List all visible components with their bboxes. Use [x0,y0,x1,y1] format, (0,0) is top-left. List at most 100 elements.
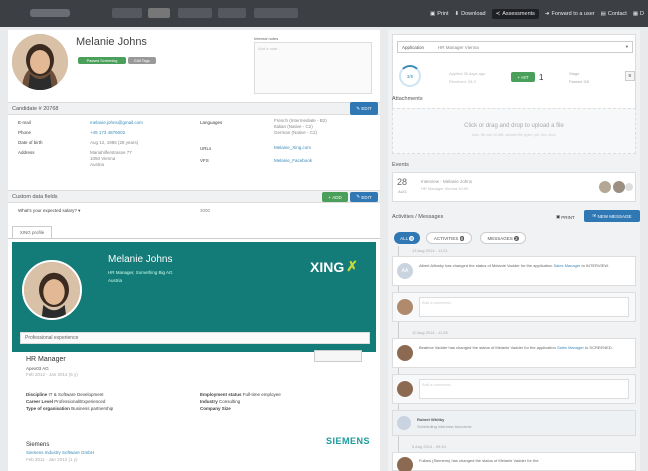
user-avatar [397,457,413,471]
forward-icon: ➜ [544,10,550,17]
xing-location: Austria [108,278,123,283]
next-job-company[interactable]: Siemens Industry Software GmbH [26,450,94,455]
hire-button[interactable]: + HIT [511,72,535,82]
event-day: 28 [397,177,408,187]
xing-logo: XING ✗ [310,258,358,275]
tab-all[interactable]: ALL 9 [394,232,420,244]
application-panel: Application HR Manager Vienna ▾ 3/5 Appl… [388,30,640,471]
company-logo-placeholder [314,350,362,362]
nav-item[interactable] [218,8,246,18]
event-subtext: HR Manager Vienna 10:00 [421,186,469,191]
timeline-date: 5 Aug 2014 - 09:44 [412,444,446,449]
next-job-period: Feb 2011 - Jan 2012 (1 y) [26,457,78,462]
applied-days: Applied 36 days ago [449,71,486,76]
candidate-panel: Melanie Johns Passed Screening Edit Tags… [8,30,380,471]
vfs-link[interactable]: Melanie_Facebook [274,158,312,163]
file-drop-zone[interactable]: Click or drag and drop to upload a file … [392,108,636,154]
user-avatar [397,345,413,361]
phone-value[interactable]: +49 173 4876002 [90,130,125,135]
xing-avatar [22,260,82,320]
url-link[interactable]: Melanie_Xing.com [274,145,311,150]
address-line3: Austria [90,162,105,167]
tab-messages[interactable]: MESSAGES 3 [480,232,526,244]
forward-button[interactable]: ➜ Forward to a user [545,11,595,17]
org-label: Type of organisation [26,406,70,411]
tab-divider [8,238,380,239]
download-button[interactable]: ⬇ Download [455,11,486,17]
professional-experience-header: Professional experience [20,332,370,344]
contact-icon: ▤ [600,10,606,17]
commenter-avatar [397,381,413,397]
tab-activities[interactable]: ACTIVITIES 6 [426,232,472,244]
event-item[interactable]: 28 AUG Interview - Melanie Johns HR Mana… [392,172,636,202]
nav-item-active[interactable] [148,8,170,18]
email-value[interactable]: melanie.johns@gmail.com [90,120,143,125]
rating-ring: 3/5 [399,65,421,87]
candidate-id-header: Candidate # 20768 [8,102,380,115]
nav-item[interactable] [178,8,212,18]
vfs-label: VFS [200,158,209,163]
contact-button[interactable]: ▤ Contact [601,11,627,17]
activity-item: Fullars (Siemens) has changed the status… [392,452,636,471]
career-value: Professional/Experienced [54,399,106,404]
activity-item: Beatrice Vadder has changed the status o… [392,338,636,368]
user-avatar: AA [397,263,413,279]
xing-x-icon: ✗ [346,258,358,274]
reply-author: Robert Whitby [417,417,445,422]
more-button[interactable]: ▦ D [633,11,644,17]
received-date: Received: 28.3 [449,79,476,84]
attendee-avatar [599,181,611,193]
tab-messages-count: 3 [514,235,519,241]
internal-notes-input[interactable]: Add a note... [254,42,372,94]
activities-title: Activities / Messages [392,214,444,220]
status-badge[interactable]: Passed Screening [78,57,126,64]
xing-name: Melanie Johns [108,254,173,265]
app-logo [30,9,70,17]
nav-item[interactable] [112,8,142,18]
activity-text: Fullars (Siemens) has changed the status… [419,458,539,463]
more-icon: ▦ [632,10,639,17]
employment-label: Employment status [200,392,242,397]
new-message-button[interactable]: ✉ NEW MESSAGE [584,210,640,222]
comment-input[interactable]: Add a comment... [419,297,629,317]
edit-candidate-button[interactable]: ✎ EDIT [350,102,378,115]
reply-text: Scheduling interview tomorrow [417,424,472,429]
comment-input[interactable]: Add a comment... [419,379,629,399]
drop-zone-subtext: Max. file size 10 MB, allowed file types… [472,133,556,137]
assessments-button[interactable]: ≺ Assessments [491,8,539,19]
job-period: Feb 2012 - Jan 2014 (6 y) [26,372,78,377]
edit-custom-field-button[interactable]: ✎ EDIT [350,192,378,202]
menu-icon[interactable]: ≡ [625,71,635,81]
add-custom-field-button[interactable]: + ADD [322,192,348,202]
tab-all-count: 9 [409,235,414,241]
employment-value: Full-time employee [242,392,281,397]
tab-xing-profile[interactable]: XING profile [12,226,52,238]
industry-label: Industry [200,399,218,404]
hire-count: 1 [539,73,544,82]
next-job-title: Siemens [26,442,50,448]
print-icon: ▣ [430,10,436,17]
stage-value: Passed 3/5 [569,79,590,84]
application-select[interactable]: Application HR Manager Vienna ▾ [397,41,633,53]
attendee-more [625,183,633,191]
edit-tags-button[interactable]: Edit Tags [128,57,156,64]
career-label: Career Level [26,399,54,404]
print-button[interactable]: ▣ Print [430,11,449,17]
reply-item: Robert Whitby Scheduling interview tomor… [392,410,636,436]
tab-activities-count: 6 [459,235,465,241]
address-line2: 1060 Vienna [90,156,116,161]
nav-item[interactable] [254,8,298,18]
attachments-title: Attachments [392,96,423,102]
share-icon: ≺ [495,10,501,17]
print-activities-button[interactable]: ▣ PRINT [556,212,578,222]
activity-text: Albert Allinsky has changed the status o… [419,263,609,268]
user-avatar [397,416,411,430]
dob-label: Date of birth [18,140,43,145]
event-text: Interview - Melanie Johns [421,179,473,184]
comment-box: Add a comment... [392,292,636,322]
candidate-avatar [12,34,68,90]
salary-question: What's your expected salary? ▾ [18,208,81,213]
siemens-logo: SIEMENS [326,436,371,446]
activity-text: Beatrice Vadder has changed the status o… [419,345,613,350]
languages-label: Languages [200,120,223,125]
